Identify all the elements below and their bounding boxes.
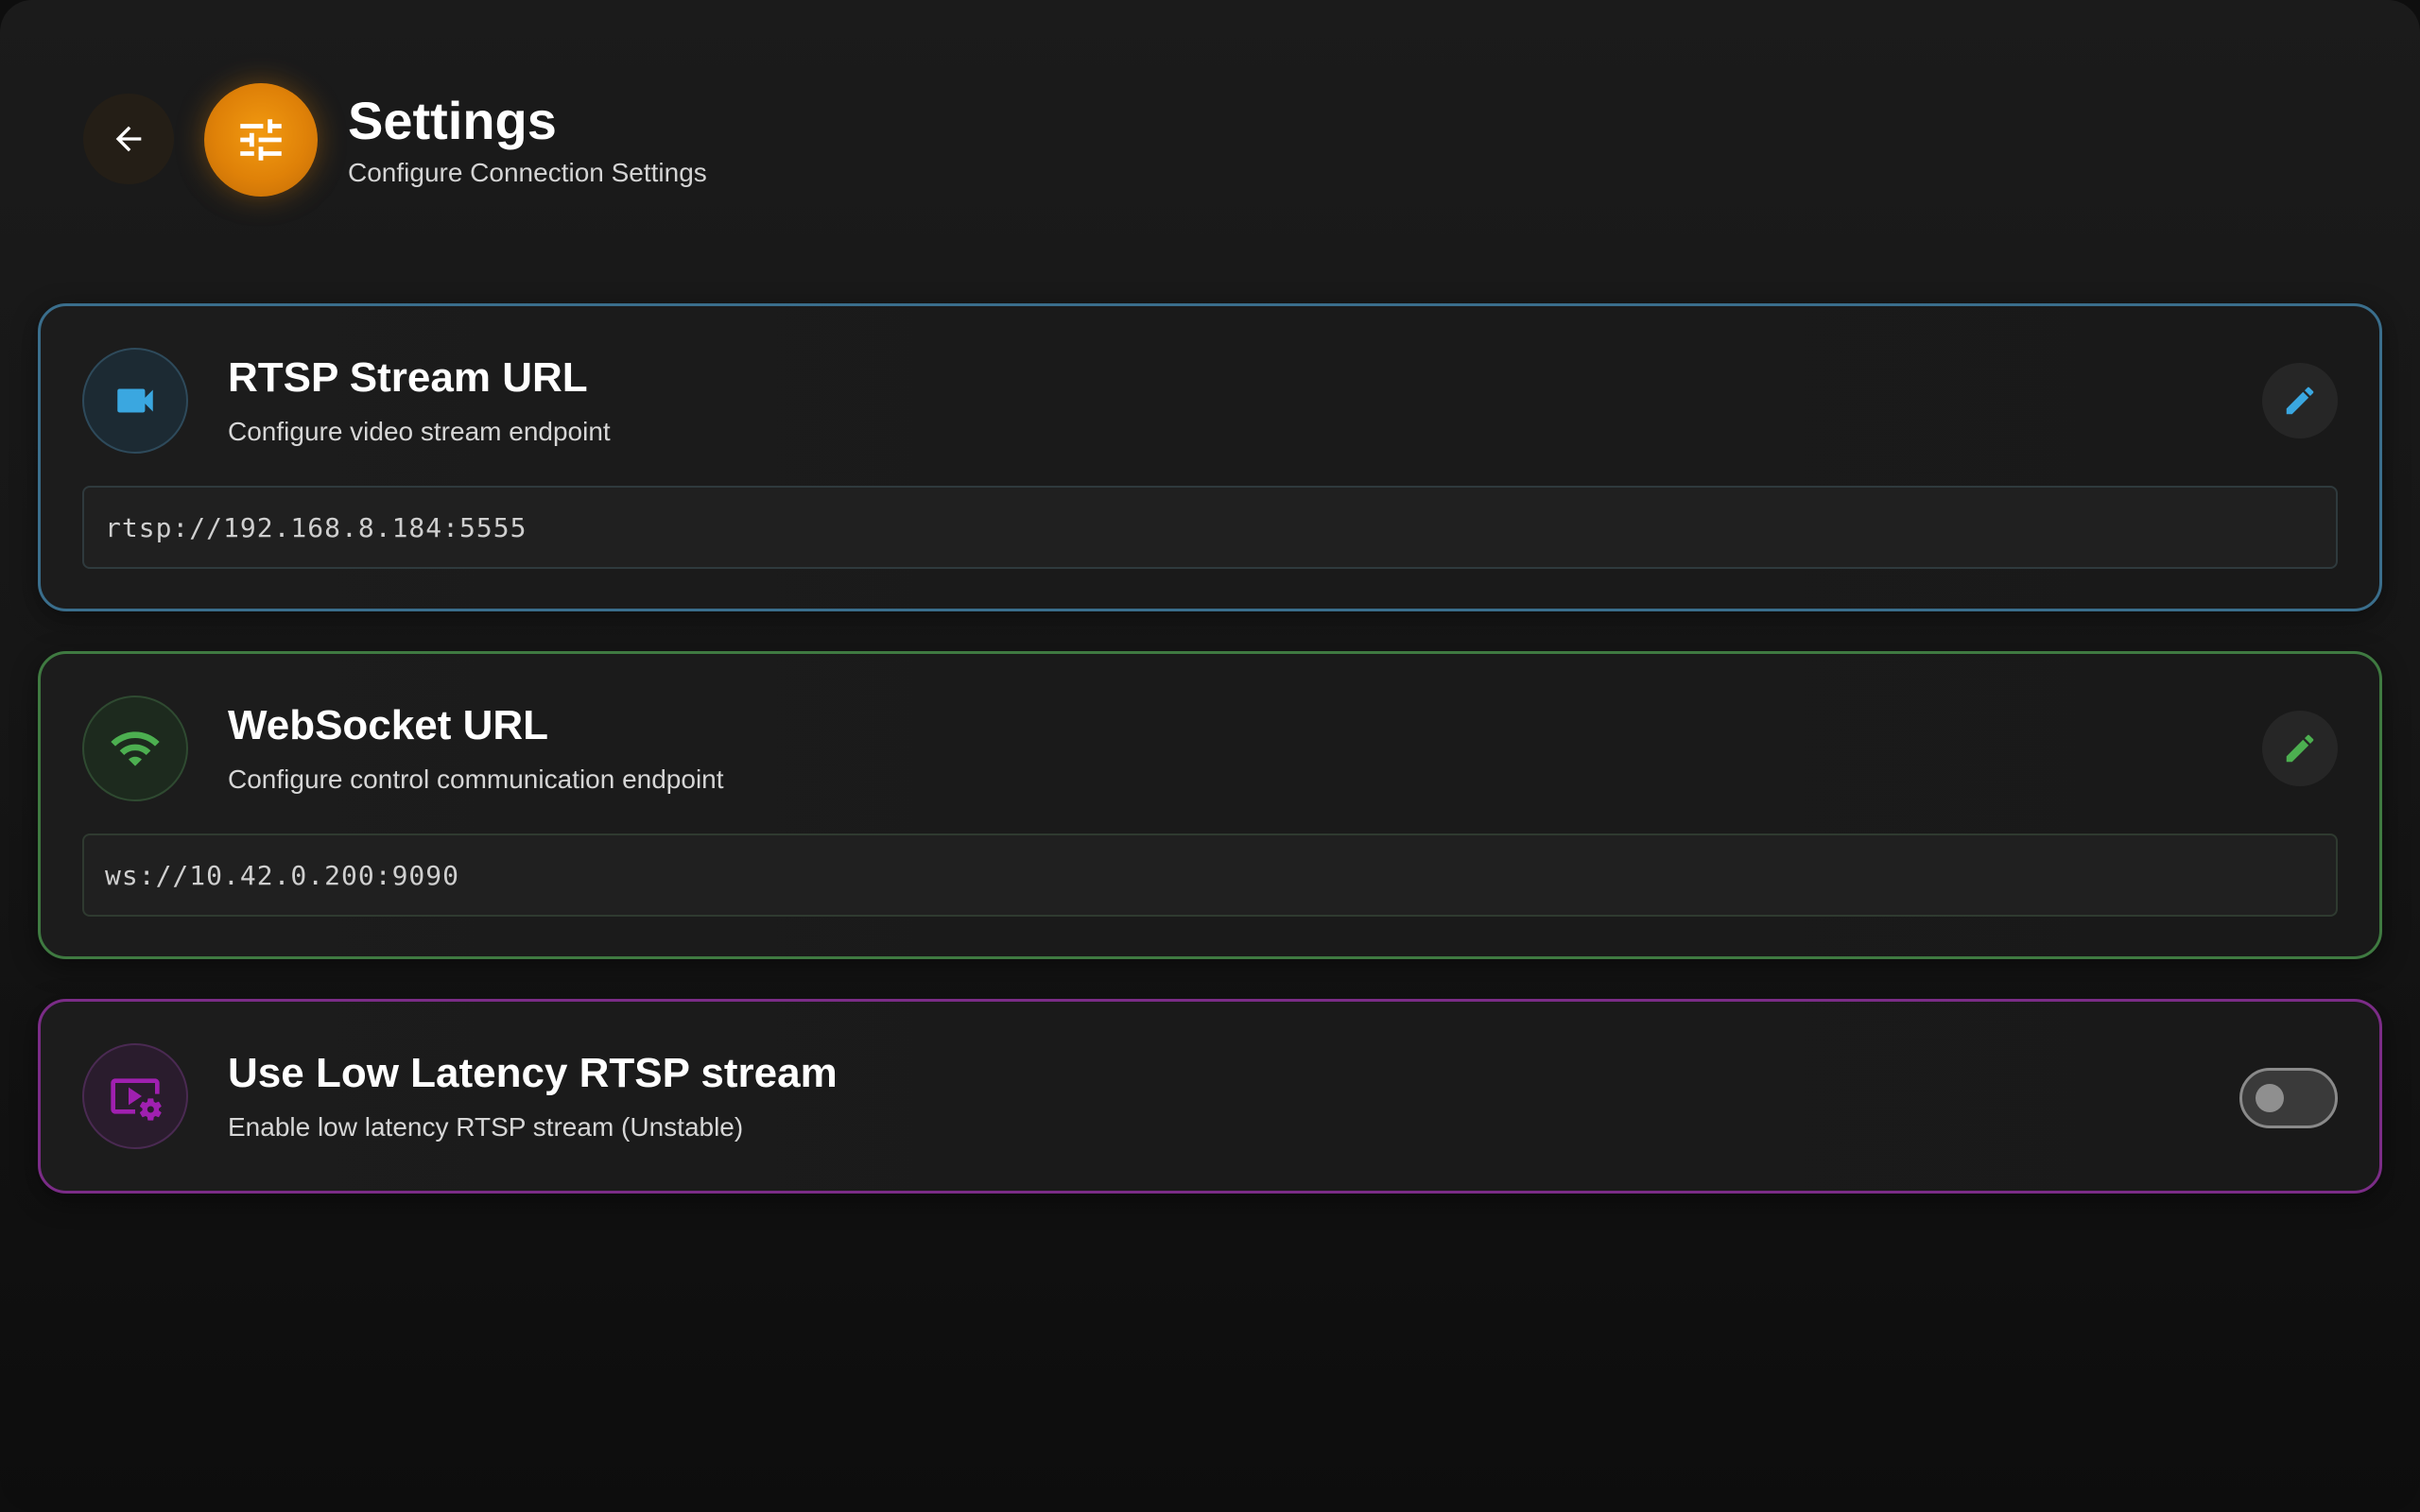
websocket-card-description: Configure control communication endpoint xyxy=(228,765,724,794)
edit-websocket-url-button[interactable] xyxy=(2262,711,2338,786)
websocket-icon-badge xyxy=(82,696,188,801)
page-title: Settings xyxy=(348,91,557,150)
wifi-icon xyxy=(111,731,160,766)
rtsp-url-card: RTSP Stream URL Configure video stream e… xyxy=(38,303,2382,611)
websocket-url-field[interactable]: ws://10.42.0.200:9090 xyxy=(82,833,2338,917)
video-settings-icon xyxy=(111,1078,162,1121)
websocket-url-card: WebSocket URL Configure control communic… xyxy=(38,651,2382,959)
websocket-card-title: WebSocket URL xyxy=(228,702,549,748)
back-button[interactable] xyxy=(83,94,174,184)
settings-avatar xyxy=(204,83,318,197)
rtsp-card-description: Configure video stream endpoint xyxy=(228,417,611,446)
low-latency-icon-badge xyxy=(82,1043,188,1149)
edit-rtsp-url-button[interactable] xyxy=(2262,363,2338,438)
rtsp-icon-badge xyxy=(82,348,188,454)
page-subtitle: Configure Connection Settings xyxy=(348,158,707,187)
low-latency-card-description: Enable low latency RTSP stream (Unstable… xyxy=(228,1112,744,1142)
rtsp-url-field[interactable]: rtsp://192.168.8.184:5555 xyxy=(82,486,2338,569)
tune-sliders-icon xyxy=(240,119,282,161)
arrow-left-icon xyxy=(115,126,142,152)
low-latency-card-title: Use Low Latency RTSP stream xyxy=(228,1050,838,1096)
rtsp-card-title: RTSP Stream URL xyxy=(228,354,588,401)
toggle-knob xyxy=(2256,1084,2284,1112)
settings-screen: Settings Configure Connection Settings R… xyxy=(0,0,2420,1512)
edit-icon xyxy=(2286,387,2314,415)
videocam-icon xyxy=(117,388,153,413)
edit-icon xyxy=(2286,734,2314,763)
low-latency-card: Use Low Latency RTSP stream Enable low l… xyxy=(38,999,2382,1194)
low-latency-toggle[interactable] xyxy=(2239,1068,2338,1128)
